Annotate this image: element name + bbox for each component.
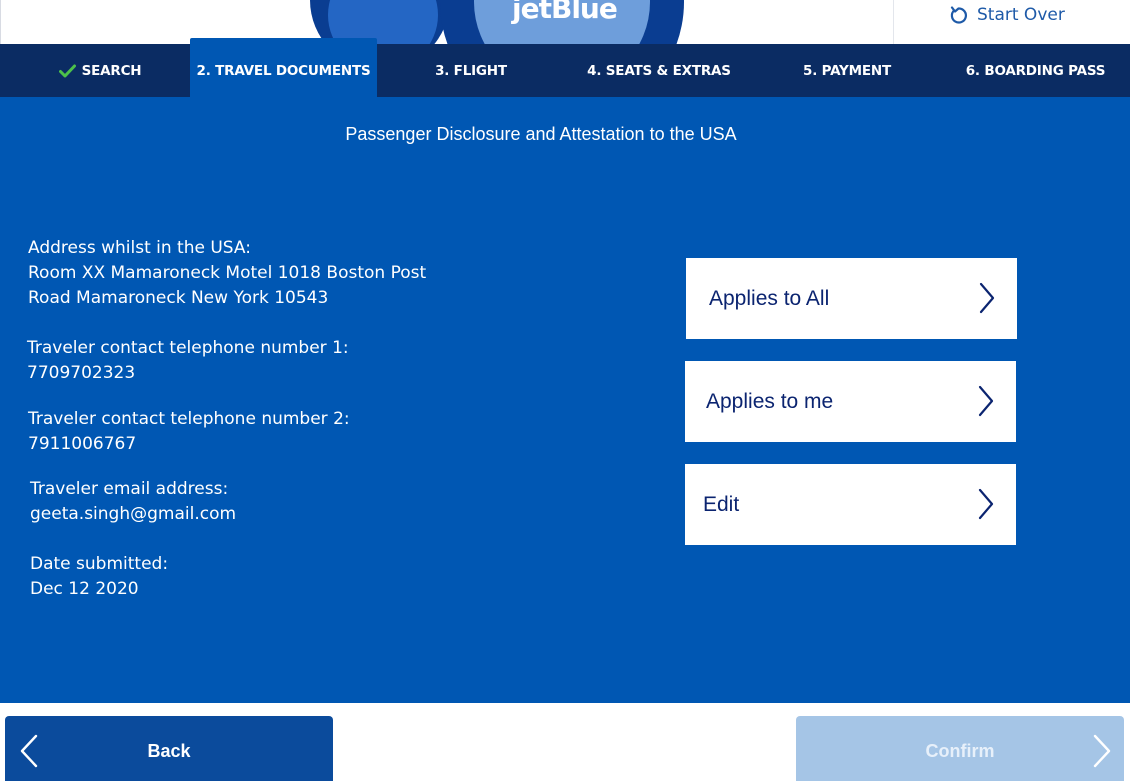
progress-steps: SEARCH 2. TRAVEL DOCUMENTS 3. FLIGHT 4. … [0, 38, 1130, 97]
step-label: 2. TRAVEL DOCUMENTS [196, 62, 371, 79]
logo-registered-mark: ® [617, 0, 625, 1]
step-payment: 5. PAYMENT [753, 44, 941, 97]
date-label: Date submitted: [30, 554, 169, 574]
step-label: 6. BOARDING PASS [965, 62, 1106, 79]
check-icon [58, 64, 76, 77]
logo-text: jetBlue [512, 0, 618, 25]
email-block: Traveler email address: geeta.singh@gmai… [30, 477, 236, 527]
step-label: 3. FLIGHT [435, 62, 507, 79]
chevron-right-icon [978, 385, 994, 417]
chevron-right-icon [978, 488, 994, 520]
phone-1-value: 7709702323 [27, 363, 136, 383]
option-label: Applies to All [709, 286, 830, 310]
step-label: 5. PAYMENT [803, 62, 891, 79]
confirm-label: Confirm [925, 740, 995, 761]
address-line-2: Road Mamaroneck New York 10543 [28, 288, 329, 308]
start-over-button[interactable]: Start Over [893, 0, 1130, 44]
phone-1-block: Traveler contact telephone number 1: 770… [27, 336, 349, 386]
main-panel: Passenger Disclosure and Attestation to … [0, 97, 1130, 703]
step-flight: 3. FLIGHT [377, 44, 565, 97]
step-label: 4. SEATS & EXTRAS [587, 62, 731, 79]
address-block: Address whilst in the USA: Room XX Mamar… [28, 236, 426, 311]
phone-2-label: Traveler contact telephone number 2: [28, 409, 350, 429]
chevron-right-icon [1093, 734, 1111, 768]
step-label: SEARCH [81, 62, 142, 79]
step-boarding-pass: 6. BOARDING PASS [941, 44, 1130, 97]
phone-1-label: Traveler contact telephone number 1: [27, 338, 349, 358]
footer: Back Confirm [0, 703, 1130, 781]
option-label: Applies to me [706, 389, 834, 413]
page-title: Passenger Disclosure and Attestation to … [345, 124, 737, 144]
address-label: Address whilst in the USA: [28, 238, 251, 258]
applies-to-me-button[interactable]: Applies to me [685, 361, 1016, 442]
applies-to-all-button[interactable]: Applies to All [686, 258, 1017, 339]
back-button[interactable]: Back [5, 716, 333, 781]
step-travel-documents[interactable]: 2. TRAVEL DOCUMENTS [190, 38, 377, 97]
header-edge [0, 0, 1, 44]
chevron-left-icon [20, 734, 38, 768]
edit-button[interactable]: Edit [685, 464, 1016, 545]
chevron-right-icon [979, 282, 995, 314]
phone-2-block: Traveler contact telephone number 2: 791… [28, 407, 350, 457]
confirm-button[interactable]: Confirm [796, 716, 1124, 781]
step-seats-extras: 4. SEATS & EXTRAS [565, 44, 753, 97]
date-value: Dec 12 2020 [30, 579, 139, 599]
refresh-icon [950, 6, 967, 24]
option-label: Edit [703, 492, 740, 516]
date-block: Date submitted: Dec 12 2020 [30, 552, 168, 602]
header: jetBlue® Start Over [0, 0, 1130, 44]
address-line-1: Room XX Mamaroneck Motel 1018 Boston Pos… [28, 263, 427, 283]
back-label: Back [147, 740, 191, 761]
email-label: Traveler email address: [30, 479, 229, 499]
logo-wordmark: jetBlue® [512, 0, 625, 25]
email-value: geeta.singh@gmail.com [30, 504, 237, 524]
start-over-label: Start Over [977, 5, 1065, 25]
step-search[interactable]: SEARCH [0, 44, 190, 97]
phone-2-value: 7911006767 [28, 434, 137, 454]
